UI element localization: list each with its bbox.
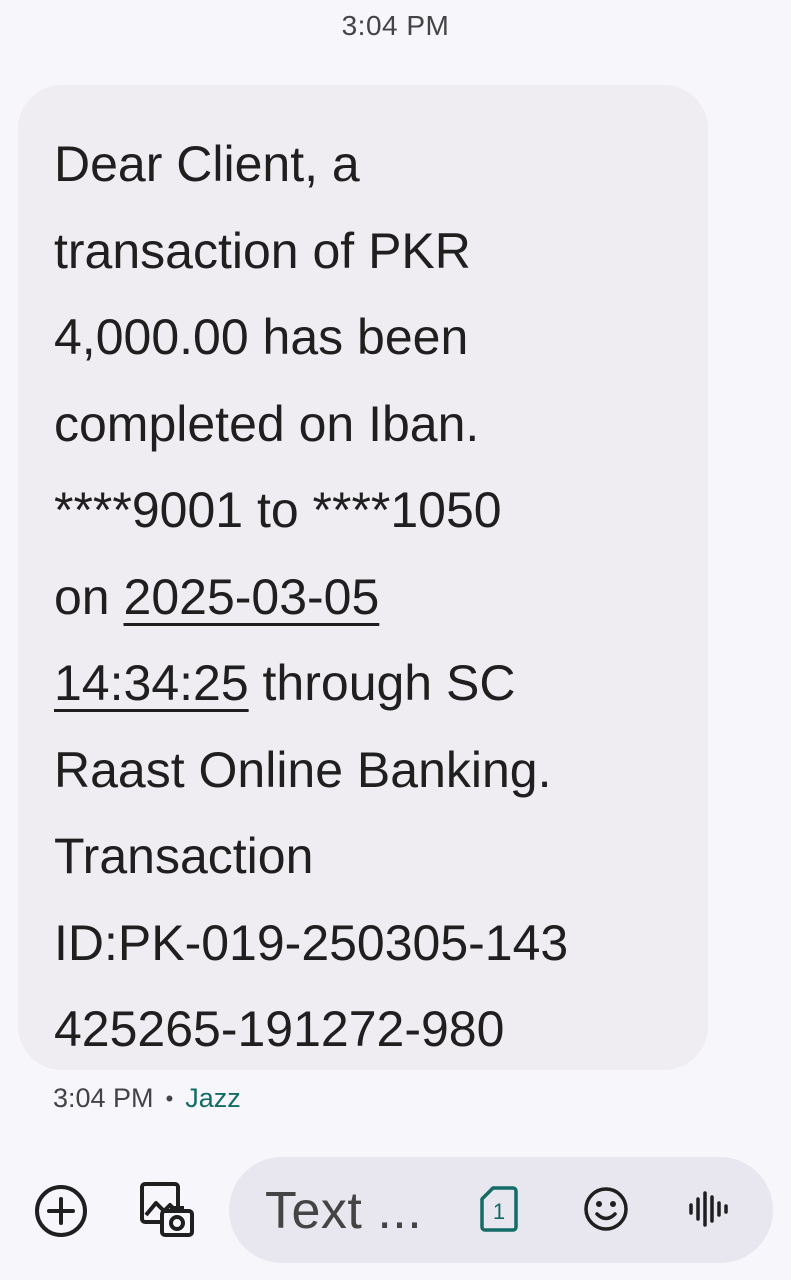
voice-waveform-icon	[689, 1191, 728, 1227]
message-line: Transaction	[54, 828, 314, 884]
message-line-time: 14:34:25 through SC	[54, 640, 678, 727]
message-bubble[interactable]: Dear Client, a transaction of PKR 4,000.…	[18, 85, 708, 1070]
message-line: Raast Online Banking.	[54, 741, 552, 798]
gallery-camera-icon	[140, 1182, 194, 1237]
message-time: 3:04 PM	[53, 1083, 154, 1113]
gallery-button[interactable]	[136, 1179, 196, 1239]
sim-card-icon: 1	[480, 1186, 518, 1232]
voice-message-button[interactable]	[685, 1185, 733, 1233]
sim-number: 1	[493, 1199, 505, 1224]
compose-bar: Text ... 1	[0, 1155, 791, 1265]
message-input[interactable]: Text ... 1	[229, 1157, 773, 1263]
message-input-placeholder: Text ...	[265, 1182, 423, 1240]
message-line: ID:PK-019-250305-143	[54, 914, 569, 971]
message-line: transaction of PKR	[54, 222, 471, 279]
date-link[interactable]: 2025-03-05	[124, 569, 380, 625]
message-text: through SC	[248, 655, 516, 711]
sim-select-button[interactable]: 1	[479, 1185, 519, 1233]
message-line: 4,000.00 has been	[54, 309, 469, 365]
emoji-icon	[584, 1187, 628, 1231]
emoji-button[interactable]	[582, 1185, 630, 1233]
add-circle-icon	[35, 1185, 87, 1237]
conversation-timestamp: 3:04 PM	[341, 10, 450, 41]
message-line: completed on Iban.	[54, 395, 480, 452]
meta-separator: •	[165, 1085, 174, 1111]
sim-label: Jazz	[185, 1083, 241, 1113]
message-text: on	[54, 568, 124, 625]
message-meta: 3:04 PM • Jazz	[53, 1083, 241, 1114]
add-attachment-button[interactable]	[33, 1183, 89, 1239]
message-line-date: on 2025-03-05	[54, 554, 678, 641]
message-line: ****9001 to ****1050	[54, 482, 502, 538]
time-link[interactable]: 14:34:25	[54, 655, 249, 711]
message-line: Dear Client, a	[54, 136, 360, 192]
message-line: 425265-191272-980	[54, 1001, 505, 1057]
